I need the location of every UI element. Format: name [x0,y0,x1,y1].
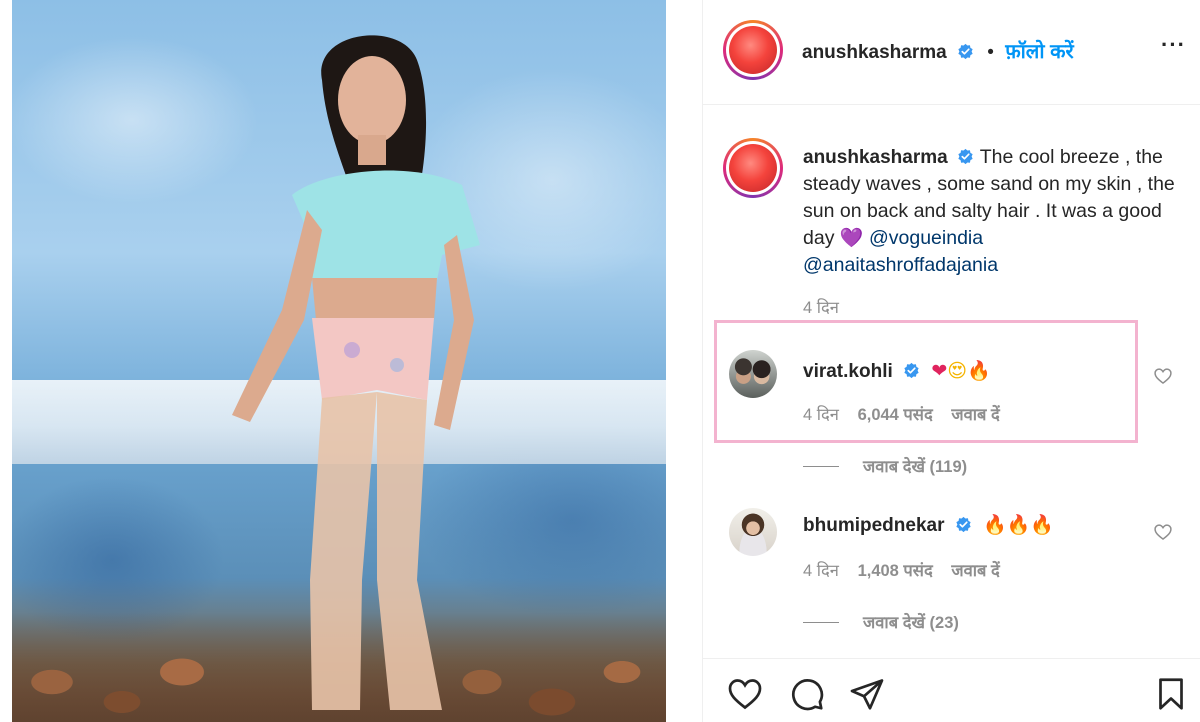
comment-meta: 4 दिन 1,408 पसंद जवाब दें [803,558,1014,581]
verified-icon [958,148,973,165]
fire-emoji: 🔥 [983,514,1007,536]
verified-icon [956,516,971,533]
mention-anaitashroffadajania[interactable]: @anaitashroffadajania [803,254,998,276]
view-replies-button[interactable]: जवाब देखें (23) [803,610,959,633]
comment-like-heart-icon[interactable] [1153,366,1173,386]
follow-button[interactable]: फ़ॉलो करें [1005,41,1073,63]
comment-icon[interactable] [789,676,825,712]
mention-vogueindia[interactable]: @vogueindia [869,227,983,249]
post-header: anushkasharma • फ़ॉलो करें ··· [703,0,1200,105]
post-photo[interactable] [12,0,666,722]
bookmark-icon[interactable] [1153,676,1189,712]
author-avatar[interactable] [723,20,783,80]
reply-button[interactable]: जवाब दें [951,562,999,580]
caption-username[interactable]: anushkasharma [803,147,948,168]
caption-text-block: anushkasharma The cool breeze , the stea… [803,144,1175,279]
author-line: anushkasharma • फ़ॉलो करें [802,37,1074,64]
replies-divider [803,622,839,623]
verified-icon [958,43,973,60]
commenter-avatar[interactable] [729,508,777,556]
view-replies-label[interactable]: जवाब देखें (119) [863,458,967,476]
share-icon[interactable] [849,676,885,712]
photo-figure [232,35,480,710]
caption-timestamp[interactable]: 4 दिन [803,295,839,318]
comment-highlight-box [714,320,1138,443]
view-replies-label[interactable]: जवाब देखें (23) [863,614,959,632]
caption-avatar[interactable] [723,138,783,198]
replies-divider [803,466,839,467]
author-username[interactable]: anushkasharma [802,42,947,63]
comment-likes[interactable]: 1,408 पसंद [858,562,933,580]
fire-emoji: 🔥 [1006,514,1031,536]
comment-like-heart-icon[interactable] [1153,522,1173,542]
fire-emoji: 🔥 [1030,514,1055,536]
header-dot: • [987,42,994,63]
more-options-icon[interactable]: ··· [1161,34,1187,58]
view-replies-button[interactable]: जवाब देखें (119) [803,454,967,477]
heart-icon[interactable] [727,676,763,712]
commenter-username[interactable]: bhumipednekar [803,515,944,536]
purple-heart-emoji: 💜 [839,227,864,249]
comment-timestamp[interactable]: 4 दिन [803,562,839,580]
comment-body: bhumipednekar 🔥🔥🔥 [803,513,1054,537]
post-action-bar [703,658,1200,722]
